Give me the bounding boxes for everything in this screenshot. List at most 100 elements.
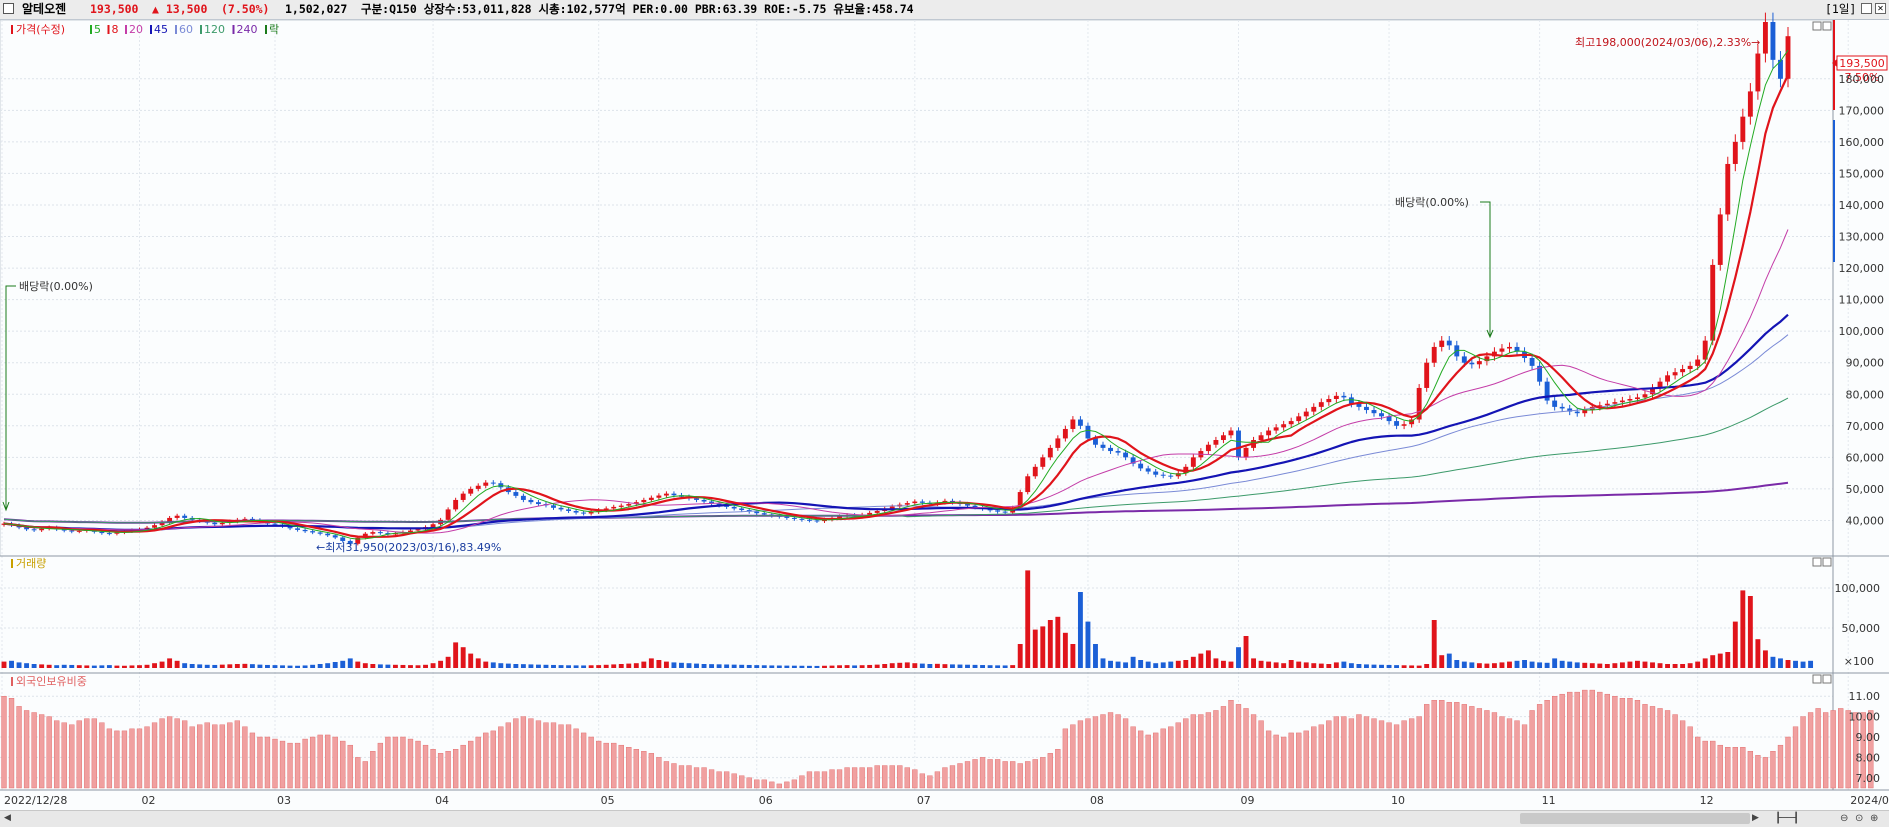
scrollbar-thumb[interactable] — [1520, 813, 1750, 824]
zoom-out-icon[interactable]: ⊖ — [1840, 813, 1848, 824]
volume-bar — [69, 664, 75, 668]
volume-bar — [1243, 636, 1249, 668]
foreign-bar — [31, 712, 37, 789]
volume-bar — [1574, 662, 1580, 668]
price-tick-label: 100,000 — [1839, 325, 1885, 338]
candle-body — [566, 509, 572, 511]
foreign-bar — [1619, 698, 1626, 789]
foreign-bar — [1559, 693, 1565, 789]
volume-bar — [182, 663, 188, 668]
volume-bar — [453, 642, 459, 668]
volume-bar — [1635, 660, 1640, 668]
volume-bar — [1424, 664, 1430, 668]
volume-bar — [882, 664, 888, 668]
candle-body — [1266, 430, 1272, 436]
date-tick-label: 07 — [917, 794, 931, 807]
ma-legend-swatch — [200, 25, 202, 34]
ma-legend-label: 5 — [94, 23, 101, 36]
volume-bar — [1567, 661, 1573, 668]
stock-chart-canvas[interactable]: 가격(수정) 5 8 20 45 60 120 240 락 배당락(0.00%) 배당락(0.… — [0, 0, 1889, 826]
foreign-bar — [84, 718, 90, 789]
date-tick-label: 2022/12/28 — [4, 794, 67, 807]
volume-bar — [1409, 665, 1415, 668]
foreign-bar — [460, 744, 466, 789]
zoom-slider[interactable]: ┠──┨ — [1775, 813, 1799, 824]
volume-bar — [543, 664, 549, 668]
foreign-bar — [1296, 732, 1302, 789]
foreign-bar — [701, 767, 707, 789]
volume-bar — [249, 664, 255, 668]
candle-body — [1205, 444, 1211, 452]
candle-body — [1785, 36, 1791, 79]
candle-body — [1213, 440, 1219, 445]
chart-scrollbar[interactable]: ◀ ▶ ┠──┨ ⊖ ⊙ ⊕ — [0, 810, 1889, 827]
foreign-tick-label: 7.00 — [1856, 772, 1881, 785]
volume-bar — [1273, 662, 1279, 668]
foreign-bar — [23, 710, 30, 789]
candle-body — [739, 508, 745, 511]
foreign-bar — [76, 720, 82, 789]
candle-body — [1047, 447, 1053, 458]
foreign-bar — [934, 771, 941, 789]
volume-panel-controls[interactable] — [1812, 557, 1832, 567]
foreign-bar — [603, 742, 609, 789]
price-tick-label: 150,000 — [1839, 167, 1885, 180]
candle-body — [1077, 419, 1083, 426]
volume-bar — [1416, 665, 1422, 668]
candle-body — [1281, 424, 1287, 428]
ma-legend-label: 45 — [154, 23, 168, 36]
volume-bar — [1499, 662, 1505, 668]
volume-bar — [302, 665, 308, 668]
volume-bar — [889, 663, 895, 668]
candle-body — [1062, 428, 1068, 439]
foreign-bar — [468, 740, 474, 789]
volume-bar — [980, 665, 986, 668]
volume-bar — [566, 665, 572, 668]
volume-bar — [1507, 661, 1512, 668]
volume-bar — [137, 665, 142, 668]
volume-bar — [844, 665, 850, 668]
volume-bar — [1055, 616, 1061, 668]
foreign-bar — [1695, 736, 1701, 789]
candle-body — [1326, 398, 1332, 403]
volume-bar — [1356, 664, 1362, 668]
candle-body — [611, 506, 617, 509]
volume-bar — [152, 663, 157, 668]
foreign-tick-label: 9.00 — [1856, 731, 1881, 744]
volume-bar — [265, 664, 270, 668]
zoom-reset-icon[interactable]: ⊙ — [1855, 813, 1863, 824]
scroll-left-icon[interactable]: ◀ — [4, 813, 11, 823]
foreign-panel-controls[interactable] — [1812, 674, 1832, 684]
volume-bar — [1318, 663, 1324, 668]
candle-body — [641, 499, 647, 503]
annotation-high: 최고198,000(2024/03/06),2.33%→ — [1575, 36, 1760, 49]
foreign-bar — [294, 742, 301, 789]
foreign-bar — [1077, 720, 1084, 789]
volume-bar — [1, 661, 7, 668]
candle-body — [731, 506, 737, 509]
volume-bar — [340, 660, 346, 668]
foreign-bar — [483, 732, 489, 789]
ma-legend-label: 240 — [237, 23, 258, 36]
volume-bar — [1695, 661, 1701, 668]
zoom-in-icon[interactable]: ⊕ — [1870, 813, 1878, 824]
candle-body — [965, 504, 970, 506]
candle-body — [1529, 357, 1535, 366]
volume-legend-swatch — [11, 559, 13, 568]
volume-bar — [1650, 662, 1655, 668]
volume-bar — [1062, 632, 1068, 668]
volume-bar — [392, 664, 398, 668]
volume-bar — [1657, 663, 1663, 668]
volume-bar — [91, 665, 97, 668]
candle-body — [1333, 395, 1339, 399]
volume-bar — [912, 663, 918, 668]
scroll-right-icon[interactable]: ▶ — [1752, 813, 1759, 823]
candle-body — [1341, 395, 1347, 398]
foreign-bar — [1273, 734, 1279, 789]
foreign-bar — [1250, 714, 1257, 789]
price-tick-label: 60,000 — [1846, 451, 1885, 464]
candle-body — [1085, 425, 1091, 439]
volume-bar — [1394, 665, 1400, 668]
foreign-bar — [370, 751, 376, 789]
volume-bar — [317, 664, 323, 668]
